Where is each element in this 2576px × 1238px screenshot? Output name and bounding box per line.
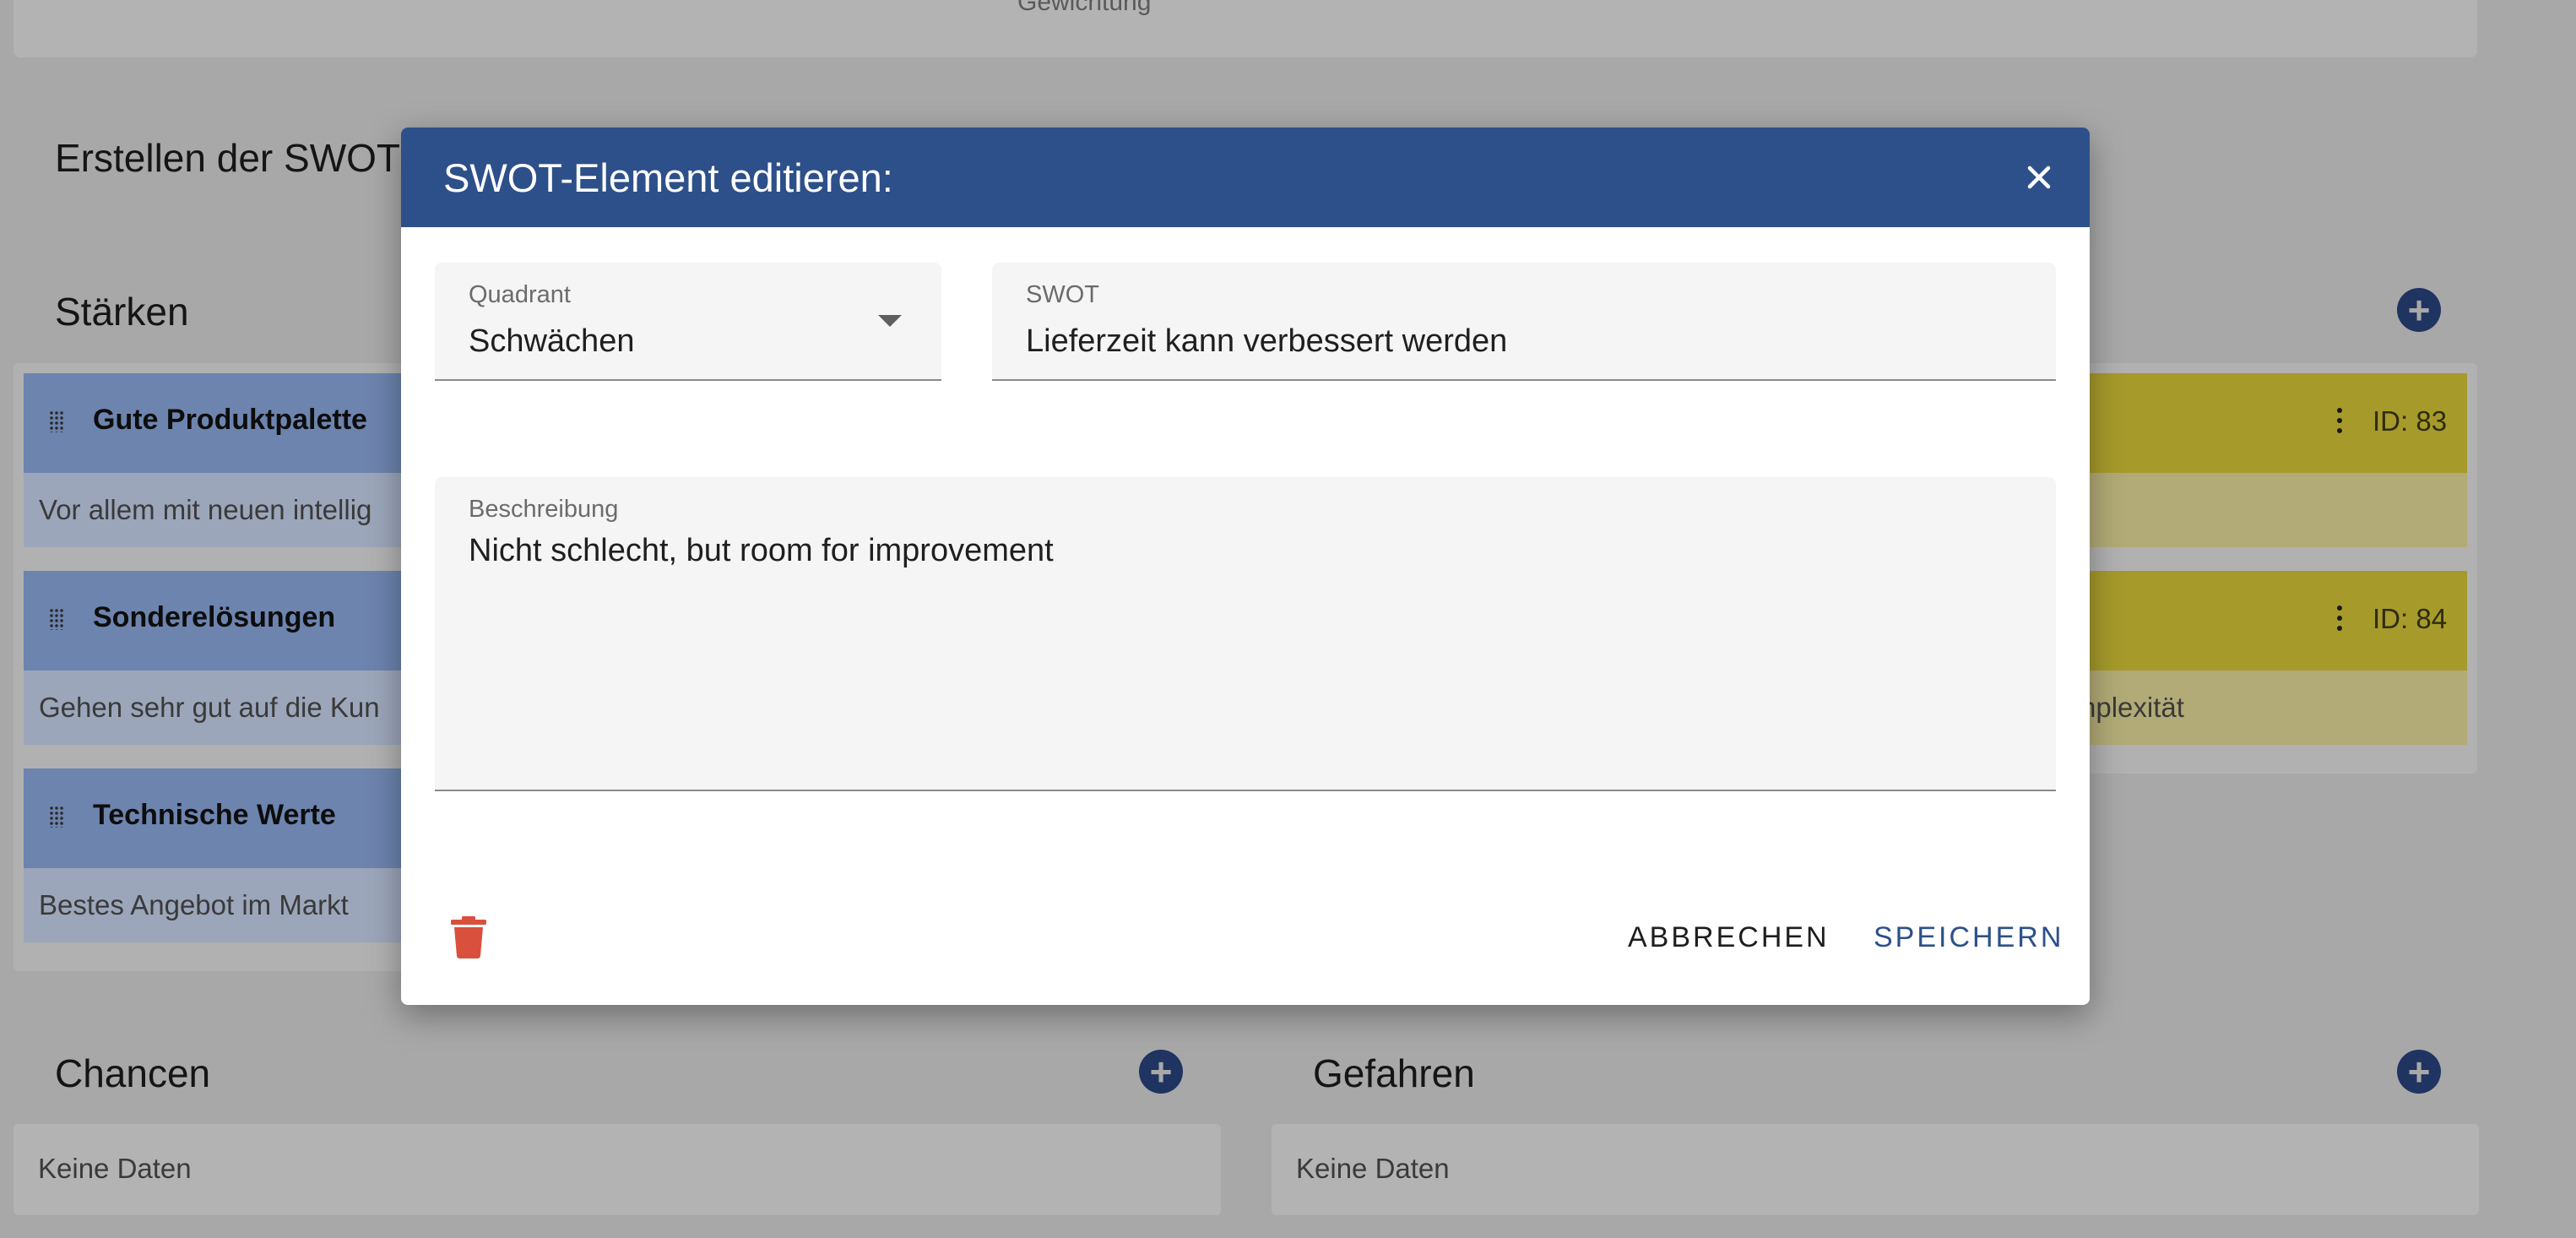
- threats-panel: [1272, 1124, 2479, 1215]
- strength-item-title: Technische Werte: [93, 799, 336, 831]
- strength-item-description: Bestes Angebot im Markt: [39, 889, 349, 920]
- dialog-title: SWOT-Element editieren:: [443, 155, 893, 200]
- quadrant-select[interactable]: Quadrant Schwächen: [435, 263, 941, 381]
- quadrant-value: Schwächen: [469, 323, 635, 359]
- close-icon-svg: [2027, 166, 2051, 189]
- weighting-label: Gewichtung: [1017, 0, 1152, 16]
- more-vert-icon[interactable]: [2336, 408, 2343, 433]
- quadrant-label: Quadrant: [469, 281, 571, 308]
- weakness-item-description: nplexität: [2080, 692, 2184, 723]
- strengths-title: Stärken: [55, 290, 189, 334]
- swot-label: SWOT: [1026, 281, 1099, 308]
- add-threat-button[interactable]: +: [2397, 1050, 2441, 1094]
- page-heading: Erstellen der SWOT: [55, 136, 400, 180]
- weakness-item-id: ID: 83: [2373, 405, 2448, 437]
- plus-circle-icon: +: [2407, 1050, 2431, 1094]
- strength-item-description: Vor allem mit neuen intellig: [39, 494, 372, 525]
- trash-icon: [451, 916, 486, 958]
- more-vert-icon[interactable]: [2336, 605, 2343, 631]
- add-weakness-button[interactable]: +: [2397, 288, 2441, 332]
- opportunities-empty-text: Keine Daten: [38, 1153, 192, 1184]
- opportunities-title: Chancen: [55, 1051, 211, 1095]
- plus-circle-icon: +: [2407, 288, 2431, 332]
- edit-swot-dialog: SWOT-Element editieren: Quadrant Schwäch…: [401, 128, 2090, 1005]
- description-label: Beschreibung: [469, 496, 619, 523]
- description-value[interactable]: Nicht schlecht, but room for improvement: [469, 533, 1054, 569]
- delete-button[interactable]: [450, 916, 487, 958]
- weighting-card: [14, 0, 2477, 57]
- drag-handle-icon[interactable]: [49, 608, 64, 630]
- threats-empty-text: Keine Daten: [1296, 1153, 1450, 1184]
- drag-handle-icon[interactable]: [49, 410, 64, 432]
- threats-title: Gefahren: [1313, 1051, 1475, 1095]
- drag-handle-icon[interactable]: [49, 806, 64, 828]
- description-textarea[interactable]: Beschreibung Nicht schlecht, but room fo…: [435, 477, 2056, 791]
- swot-value[interactable]: Lieferzeit kann verbessert werden: [1026, 323, 1507, 360]
- cancel-button[interactable]: ABBRECHEN: [1628, 921, 1830, 954]
- plus-circle-icon: +: [1149, 1050, 1173, 1094]
- close-icon[interactable]: [2023, 161, 2055, 193]
- strength-item-title: Sonderelösungen: [93, 601, 336, 633]
- add-opportunity-button[interactable]: +: [1139, 1050, 1183, 1094]
- save-button[interactable]: SPEICHERN: [1874, 921, 2064, 954]
- strength-item-description: Gehen sehr gut auf die Kun: [39, 692, 380, 723]
- strength-item-title: Gute Produktpalette: [93, 404, 367, 436]
- opportunities-panel: [14, 1124, 1221, 1215]
- chevron-down-icon[interactable]: [878, 315, 902, 327]
- swot-input[interactable]: SWOT Lieferzeit kann verbessert werden: [992, 263, 2056, 381]
- weakness-item-id: ID: 84: [2373, 603, 2448, 634]
